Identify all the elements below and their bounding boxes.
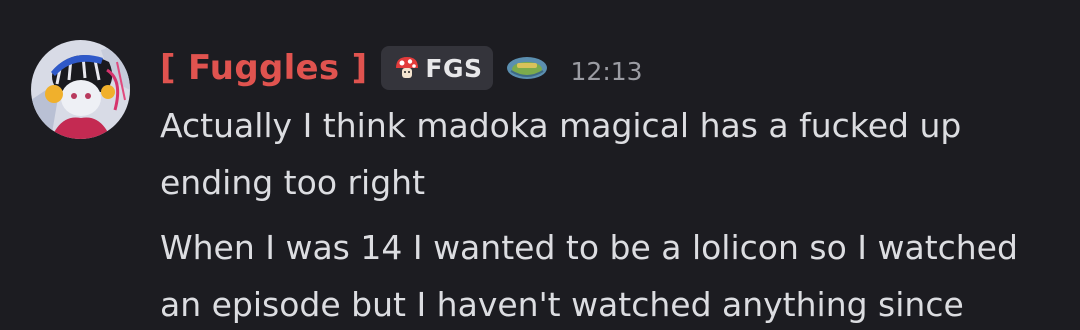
message-body: Actually I think madoka magical has a fu… (160, 97, 1060, 330)
avatar[interactable] (31, 40, 130, 139)
tag-label: FGS (425, 53, 483, 83)
server-badge-icon[interactable] (505, 51, 549, 85)
message-text-line: When I was 14 I wanted to be a lolicon s… (160, 228, 1018, 267)
author-name[interactable]: [ Fuggles ] (160, 48, 367, 88)
message-header: [ Fuggles ] FGS 12:13 (160, 44, 643, 92)
server-tag[interactable]: FGS (381, 46, 493, 90)
message-text-line: Actually I think madoka magical has a fu… (160, 106, 962, 145)
timestamp: 12:13 (570, 56, 643, 86)
message-text-line: an episode but I haven't watched anythin… (160, 285, 964, 324)
mushroom-icon (393, 54, 421, 82)
message-text-line: ending too right (160, 163, 426, 202)
chat-message: [ Fuggles ] FGS 12:13 Actually I think m… (0, 0, 1080, 330)
